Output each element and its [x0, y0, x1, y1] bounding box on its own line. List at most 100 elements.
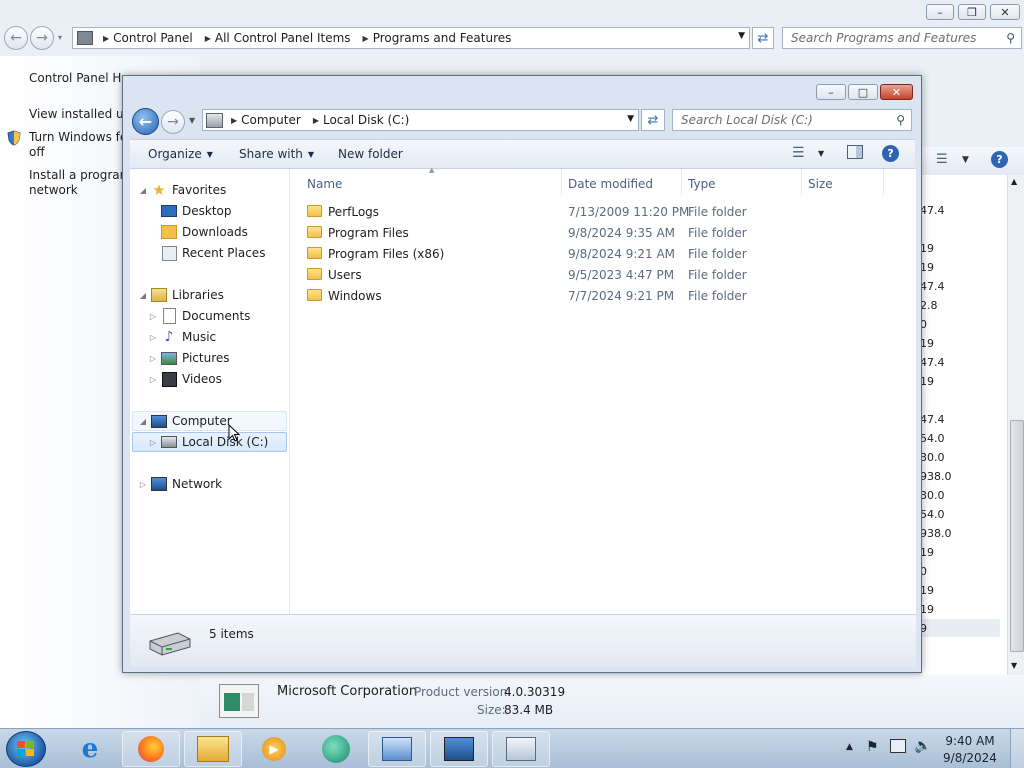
bg-scrollbar[interactable]: ▲ ▼ — [1007, 175, 1024, 675]
taskbar-firefox[interactable] — [122, 731, 180, 767]
bg-crumb-all-items[interactable]: All Control Panel Items — [215, 31, 351, 45]
install-from-network-link[interactable]: Install a program from the — [29, 168, 124, 182]
nav-music[interactable]: ▷ ♪ Music — [148, 327, 216, 347]
file-row[interactable]: Program Files 9/8/2024 9:35 AM File folder — [307, 223, 907, 243]
column-size[interactable]: Size — [808, 177, 833, 191]
bg-recent-pages-icon[interactable]: ▾ — [58, 33, 62, 42]
taskbar-app-green[interactable] — [307, 731, 365, 767]
forward-icon[interactable]: → — [161, 110, 185, 134]
taskbar-remote-app[interactable] — [492, 731, 550, 767]
organize-button[interactable]: Organize ▼ — [148, 147, 213, 161]
taskbar-control-panel[interactable] — [368, 731, 426, 767]
clock-date[interactable]: 9/8/2024 — [940, 751, 1000, 765]
bg-forward-icon[interactable]: → — [30, 26, 54, 50]
bg-minimize-button[interactable]: – — [926, 4, 954, 20]
bg-address-bar[interactable]: ▶ Control Panel ▶ All Control Panel Item… — [72, 27, 750, 49]
bg-help-icon[interactable]: ? — [991, 151, 1008, 168]
file-row[interactable]: Program Files (x86) 9/8/2024 9:21 AM File … — [307, 244, 907, 264]
nav-documents[interactable]: ▷ Documents — [148, 306, 250, 326]
action-center-flag-icon[interactable]: ⚑ — [866, 739, 879, 755]
start-button[interactable] — [6, 731, 46, 767]
nav-computer[interactable]: ◢ Computer — [138, 411, 232, 431]
bg-address-dropdown-icon[interactable]: ▼ — [738, 31, 745, 41]
bg-crumb-programs[interactable]: Programs and Features — [373, 31, 512, 45]
crumb-computer[interactable]: Computer — [241, 113, 301, 127]
collapse-arrow-icon[interactable]: ◢ — [138, 291, 148, 300]
column-divider[interactable] — [681, 169, 682, 195]
taskbar-internet-explorer[interactable]: e — [61, 731, 119, 767]
change-view-icon[interactable]: ☰ — [792, 145, 805, 161]
file-row[interactable]: Users 9/5/2023 4:47 PM File folder — [307, 265, 907, 285]
bg-crumb-control-panel[interactable]: Control Panel — [113, 31, 193, 45]
file-row[interactable]: PerfLogs 7/13/2009 11:20 PM File folder — [307, 202, 907, 222]
column-divider[interactable] — [883, 169, 884, 195]
collapse-arrow-icon[interactable]: ◢ — [138, 417, 148, 426]
column-divider[interactable] — [561, 169, 562, 195]
bg-close-button[interactable]: ✕ — [990, 4, 1020, 20]
maximize-button[interactable]: □ — [848, 84, 878, 100]
scroll-down-icon[interactable]: ▼ — [1011, 661, 1017, 670]
collapse-arrow-icon[interactable]: ◢ — [138, 186, 148, 195]
help-icon[interactable]: ? — [882, 145, 899, 162]
control-panel-home-link[interactable]: Control Panel Home — [29, 71, 124, 85]
back-icon[interactable]: ← — [132, 108, 159, 135]
clock-time[interactable]: 9:40 AM — [940, 734, 1000, 748]
file-row[interactable]: Windows 7/7/2024 9:21 PM File folder — [307, 286, 907, 306]
column-type[interactable]: Type — [688, 177, 716, 191]
nav-local-disk[interactable]: ▷ Local Disk (C:) — [148, 432, 268, 452]
new-folder-button[interactable]: New folder — [338, 147, 403, 161]
nav-pictures[interactable]: ▷ Pictures — [148, 348, 230, 368]
nav-favorites[interactable]: ◢ ★ Favorites — [138, 180, 226, 200]
expand-arrow-icon[interactable]: ▷ — [138, 480, 148, 489]
search-input[interactable]: Search Local Disk (C:) ⚲ — [672, 109, 912, 131]
bg-view-options-icon[interactable]: ☰ — [936, 152, 948, 167]
windows-features-link[interactable]: Turn Windows features on or — [29, 130, 124, 144]
preview-pane-icon[interactable] — [847, 145, 863, 159]
address-bar[interactable]: ▶ Computer ▶ Local Disk (C:) ▼ — [202, 109, 639, 131]
volume-muted-icon[interactable]: 🔈 — [914, 738, 931, 754]
view-installed-updates-link[interactable]: View installed updates — [29, 107, 124, 121]
expand-arrow-icon[interactable]: ▷ — [148, 354, 158, 363]
refresh-icon[interactable]: ⇄ — [641, 109, 665, 131]
bg-restore-button[interactable]: ❐ — [958, 4, 986, 20]
nav-recent-places[interactable]: Recent Places — [158, 243, 265, 263]
expand-arrow-icon[interactable]: ▷ — [148, 333, 158, 342]
share-with-label: Share with — [239, 147, 303, 161]
scroll-up-icon[interactable]: ▲ — [1011, 177, 1017, 186]
minimize-button[interactable]: – — [816, 84, 846, 100]
nav-libraries[interactable]: ◢ Libraries — [138, 285, 224, 305]
nav-favorites-label: Favorites — [172, 183, 227, 197]
nav-downloads[interactable]: Downloads — [158, 222, 248, 242]
show-hidden-icons[interactable]: ▲ — [846, 742, 853, 752]
bg-search-input[interactable]: Search Programs and Features ⚲ — [782, 27, 1022, 49]
taskbar-media-player[interactable]: ▶ — [245, 731, 303, 767]
share-with-button[interactable]: Share with ▼ — [239, 147, 314, 161]
bg-view-dropdown-icon[interactable]: ▼ — [962, 155, 969, 165]
column-divider[interactable] — [801, 169, 802, 195]
bg-back-icon[interactable]: ← — [4, 26, 28, 50]
windows-features-link-line2[interactable]: off — [29, 145, 124, 159]
recent-pages-icon[interactable]: ▼ — [189, 116, 195, 125]
column-name[interactable]: Name — [307, 177, 342, 191]
bg-scroll-thumb[interactable] — [1010, 420, 1024, 652]
taskbar-computer[interactable] — [430, 731, 488, 767]
star-icon: ★ — [152, 181, 166, 199]
item-count: 5 items — [209, 627, 254, 641]
nav-network[interactable]: ▷ Network — [138, 474, 222, 494]
address-dropdown-icon[interactable]: ▼ — [627, 114, 634, 124]
taskbar-explorer[interactable] — [184, 731, 242, 767]
nav-videos[interactable]: ▷ Videos — [148, 369, 222, 389]
expand-arrow-icon[interactable]: ▷ — [148, 438, 158, 447]
nav-desktop[interactable]: Desktop — [158, 201, 232, 221]
close-button[interactable]: ✕ — [880, 84, 913, 100]
network-tray-icon[interactable] — [890, 739, 906, 753]
column-date-modified[interactable]: Date modified — [568, 177, 653, 191]
install-from-network-link-line2[interactable]: network — [29, 183, 124, 197]
bg-refresh-icon[interactable]: ⇄ — [752, 27, 774, 49]
expand-arrow-icon[interactable]: ▷ — [148, 312, 158, 321]
view-dropdown-icon[interactable]: ▼ — [818, 149, 824, 158]
crumb-local-disk[interactable]: Local Disk (C:) — [323, 113, 409, 127]
show-desktop-button[interactable] — [1010, 729, 1024, 768]
bg-program-value: 47.4 — [920, 413, 945, 426]
expand-arrow-icon[interactable]: ▷ — [148, 375, 158, 384]
